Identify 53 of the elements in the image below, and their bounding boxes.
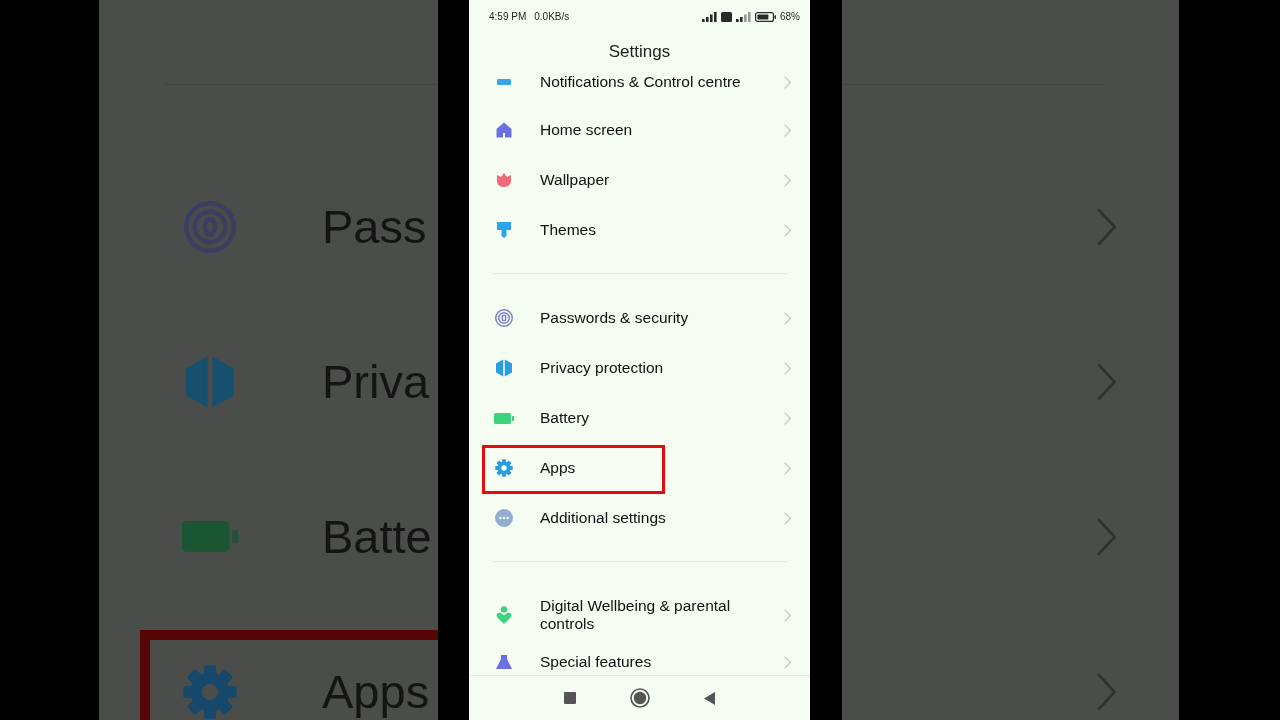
gear-icon (183, 664, 237, 719)
battery-icon (755, 11, 776, 22)
chevron-icon (784, 655, 791, 669)
chevron-icon (1097, 207, 1116, 246)
settings-item[interactable]: Home screen (540, 121, 633, 139)
more-dots-icon (495, 509, 513, 527)
settings-item[interactable]: Battery (540, 409, 590, 427)
chevron-icon (784, 511, 791, 525)
menu-label: Batte (322, 513, 432, 560)
menu-label: Pass (322, 203, 427, 250)
settings-item[interactable]: Notifications & Control centre (540, 73, 741, 91)
chevron-icon (784, 461, 791, 475)
chevron-icon (784, 123, 791, 137)
gear-icon (495, 459, 513, 477)
house-icon (496, 122, 512, 138)
settings-item[interactable]: Additional settings (540, 509, 666, 527)
chevron-icon (1097, 517, 1116, 556)
signal-icon (736, 11, 751, 22)
network-speed: 0.0KB/s (534, 10, 570, 23)
shield-icon (186, 354, 234, 409)
fingerprint-icon (495, 309, 513, 327)
page-title: Settings (608, 42, 671, 62)
back-icon[interactable] (704, 691, 715, 705)
battery-icon (494, 412, 514, 424)
chevron-icon (784, 361, 791, 375)
chevron-icon (784, 173, 791, 187)
settings-item[interactable]: Privacy protection (540, 359, 664, 377)
circle-icon[interactable] (630, 688, 650, 708)
paint-brush-icon (497, 222, 511, 238)
settings-item[interactable]: Special features (540, 653, 652, 671)
chevron-icon (784, 608, 791, 622)
chevron-icon (784, 311, 791, 325)
settings-item[interactable]: Passwords & security (540, 309, 689, 327)
chevron-icon (1097, 672, 1116, 711)
settings-item[interactable]: Wallpaper (540, 171, 610, 189)
settings-item[interactable]: Themes (540, 221, 596, 239)
chevron-icon (1097, 362, 1116, 401)
menu-label: Priva (322, 358, 430, 405)
settings-item[interactable]: Digital Wellbeing & parental controls (540, 597, 755, 633)
network-badge-icon (721, 11, 732, 22)
battery-percent: 68% (780, 10, 800, 23)
battery-icon (182, 521, 238, 552)
chevron-icon (784, 75, 791, 89)
person-heart-icon (496, 606, 512, 624)
status-time: 4:59 PM (489, 10, 527, 23)
flask-icon (496, 655, 512, 669)
signal-icon (702, 11, 717, 22)
chevron-icon (784, 223, 791, 237)
settings-item[interactable]: Apps (540, 459, 576, 477)
bar-icon (497, 79, 511, 85)
shield-icon (496, 359, 512, 377)
tulip-icon (496, 172, 512, 188)
chevron-icon (784, 411, 791, 425)
